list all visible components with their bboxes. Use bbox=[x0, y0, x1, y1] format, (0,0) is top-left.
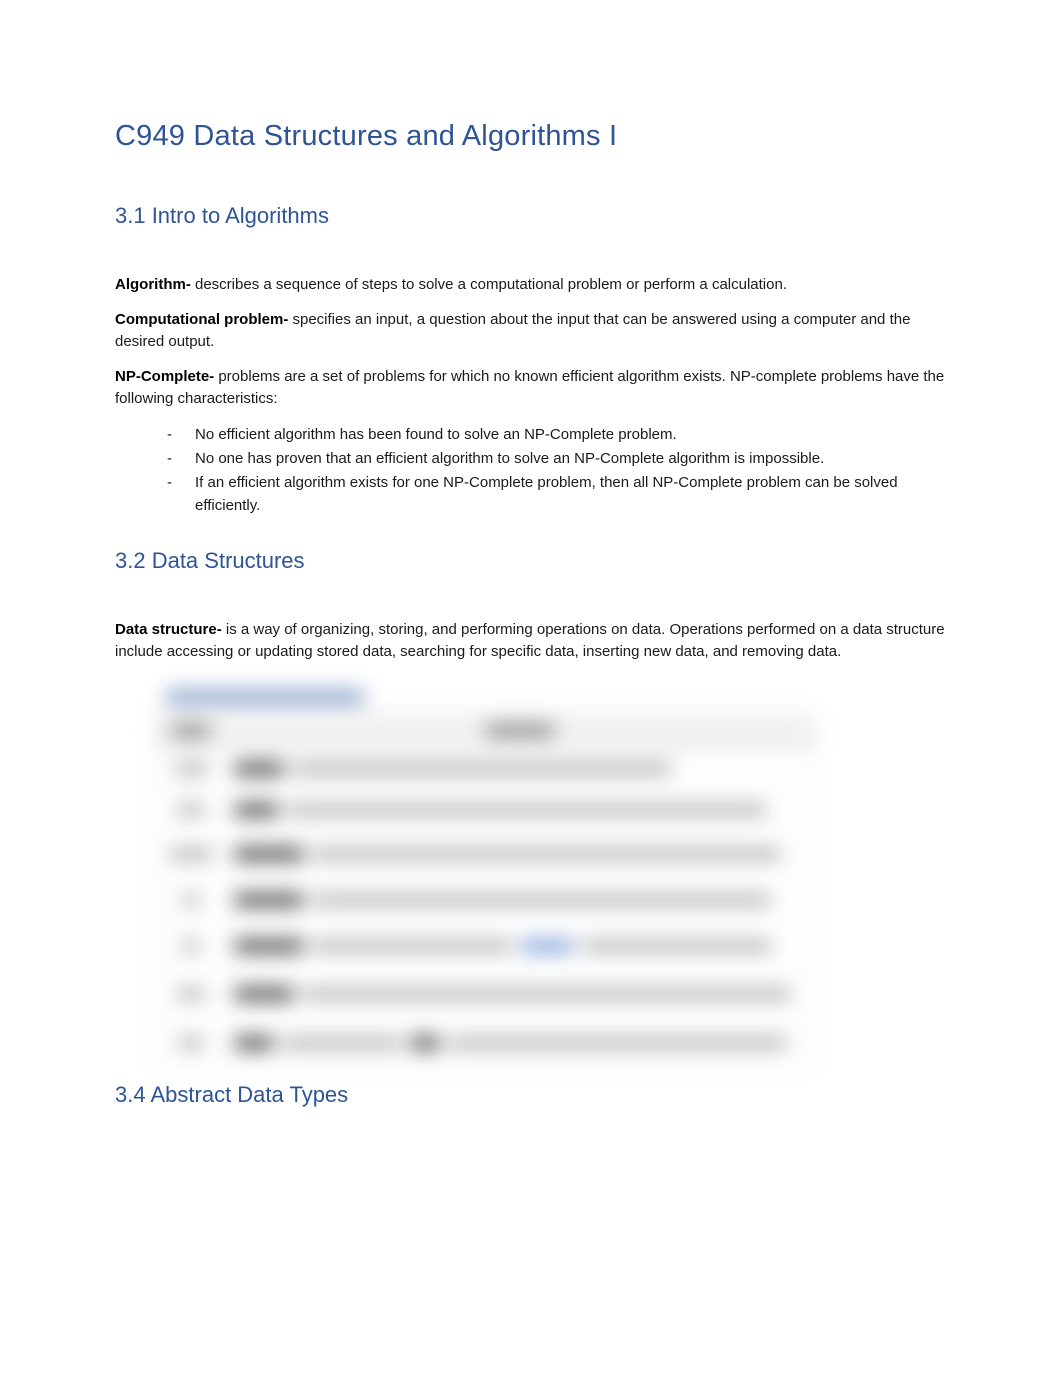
definition-algorithm: describes a sequence of steps to solve a… bbox=[195, 276, 787, 293]
paragraph-np-complete: NP-Complete- problems are a set of probl… bbox=[115, 366, 947, 411]
list-item: If an efficient algorithm exists for one… bbox=[195, 471, 947, 518]
term-data-structure: Data structure- bbox=[115, 621, 226, 638]
page-title: C949 Data Structures and Algorithms I bbox=[115, 120, 947, 153]
definition-data-structure: is a way of organizing, storing, and per… bbox=[115, 621, 945, 661]
section-heading-3-2: 3.2 Data Structures bbox=[115, 548, 947, 574]
blurred-data-structures-table bbox=[155, 682, 815, 1052]
np-complete-characteristics-list: No efficient algorithm has been found to… bbox=[115, 423, 947, 518]
term-algorithm: Algorithm- bbox=[115, 276, 195, 293]
term-computational-problem: Computational problem- bbox=[115, 311, 293, 328]
list-item: No one has proven that an efficient algo… bbox=[195, 447, 947, 470]
section-heading-3-4: 3.4 Abstract Data Types bbox=[115, 1082, 947, 1108]
term-np-complete: NP-Complete- bbox=[115, 368, 218, 385]
definition-np-complete: problems are a set of problems for which… bbox=[115, 368, 944, 408]
list-item: No efficient algorithm has been found to… bbox=[195, 423, 947, 446]
section-heading-3-1: 3.1 Intro to Algorithms bbox=[115, 203, 947, 229]
document-page: C949 Data Structures and Algorithms I 3.… bbox=[0, 0, 1062, 1178]
paragraph-algorithm: Algorithm- describes a sequence of steps… bbox=[115, 274, 947, 297]
paragraph-computational-problem: Computational problem- specifies an inpu… bbox=[115, 309, 947, 354]
paragraph-data-structure: Data structure- is a way of organizing, … bbox=[115, 619, 947, 664]
